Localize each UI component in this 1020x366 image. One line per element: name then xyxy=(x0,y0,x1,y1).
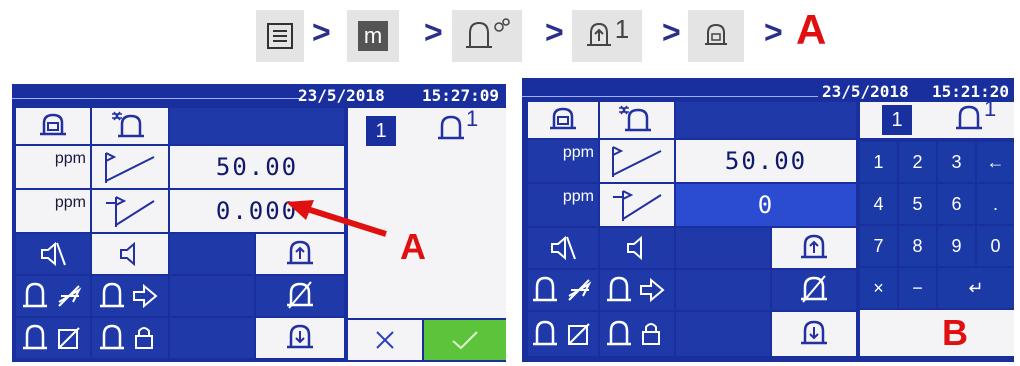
speaker-icon[interactable] xyxy=(600,228,674,268)
minus-key[interactable]: − xyxy=(899,268,936,308)
m-icon-label: m xyxy=(358,21,388,51)
alarm-timer-disabled-icon[interactable] xyxy=(528,312,598,356)
m-icon[interactable]: m xyxy=(347,10,399,62)
backspace-key[interactable]: ← xyxy=(977,142,1014,182)
alarm-lock-icon[interactable] xyxy=(92,318,168,358)
time-display: 15:21:20 xyxy=(932,82,1010,101)
cancel-key[interactable]: × xyxy=(860,268,897,308)
enter-key[interactable]: ↵ xyxy=(938,268,1014,308)
unit-label: ppm xyxy=(16,190,90,232)
date-display: 23/5/2018 xyxy=(298,86,385,105)
cancel-button[interactable] xyxy=(348,320,422,360)
ramp-up-icon[interactable] xyxy=(600,140,674,182)
key-9[interactable]: 9 xyxy=(938,226,975,266)
key-3[interactable]: 3 xyxy=(938,142,975,182)
alarm-main-icon[interactable] xyxy=(528,102,598,138)
key-7[interactable]: 7 xyxy=(860,226,897,266)
ramp-up-icon[interactable] xyxy=(92,146,168,188)
breadcrumb-separator: > xyxy=(312,14,331,50)
alarm-1-icon[interactable]: 1 xyxy=(572,10,642,62)
breadcrumb-separator: > xyxy=(545,14,564,50)
unit-text: ppm xyxy=(562,144,594,161)
ramp-down-icon[interactable] xyxy=(600,184,674,226)
setpoint-high-field[interactable]: 50.00 xyxy=(676,140,856,182)
alarm-channel-icon: 1 xyxy=(954,96,996,136)
alarm-number-badge: 1 xyxy=(882,105,912,135)
breadcrumb-separator: > xyxy=(764,14,783,50)
setpoint-low-field[interactable]: 0 xyxy=(676,184,856,226)
alarm-timer-disabled-icon[interactable] xyxy=(16,318,90,358)
unit-label: ppm xyxy=(16,146,90,188)
unit-text: ppm xyxy=(54,194,86,211)
alarm-main-icon[interactable] xyxy=(16,108,90,144)
date-display: 23/5/2018 xyxy=(822,82,909,101)
time-display: 15:27:09 xyxy=(422,86,500,105)
annotation-arrow xyxy=(286,200,387,237)
key-2[interactable]: 2 xyxy=(899,142,936,182)
screen-right: 23/5/2018 15:21:20 ppm 50.00 ppm 0 1 1 1… xyxy=(522,78,1014,362)
key-5[interactable]: 5 xyxy=(899,184,936,224)
unit-label: ppm xyxy=(528,140,598,182)
alarm-channel-superscript: 1 xyxy=(984,96,997,121)
alarm-disabled-icon[interactable] xyxy=(16,276,90,316)
alarm-number-badge: 1 xyxy=(366,116,396,146)
unit-label: ppm xyxy=(528,184,598,226)
unit-text: ppm xyxy=(54,150,86,167)
alarm-lock-icon[interactable] xyxy=(600,312,674,356)
alarm-disabled-icon[interactable] xyxy=(528,270,598,310)
alarm-off-icon[interactable] xyxy=(772,270,856,310)
screen-left: 23/5/2018 15:27:09 ppm 50.00 ppm 0.000 1… xyxy=(12,84,506,362)
annotation-a: A xyxy=(400,226,426,267)
setpoint-high-value: 50.00 xyxy=(215,153,299,181)
alarm-output-icon[interactable] xyxy=(600,270,674,310)
alarm-hysteresis-icon[interactable] xyxy=(600,102,674,138)
key-8[interactable]: 8 xyxy=(899,226,936,266)
alarm-down-icon[interactable] xyxy=(256,318,344,358)
setpoint-high-value: 50.00 xyxy=(724,147,808,175)
breadcrumb-separator: > xyxy=(424,14,443,50)
target-letter: A xyxy=(796,6,827,53)
ramp-down-icon[interactable] xyxy=(92,190,168,232)
alarm-superscript: 1 xyxy=(614,13,630,44)
side-panel-header: 1 1 xyxy=(860,96,1014,138)
alarm-up-icon[interactable] xyxy=(772,228,856,268)
alarm-channel-icon: 1 xyxy=(436,106,478,146)
keypad-display xyxy=(860,310,1014,356)
confirm-button[interactable] xyxy=(424,320,506,360)
alarm-icon[interactable] xyxy=(688,10,744,62)
alarm-hysteresis-icon[interactable] xyxy=(92,108,168,144)
key-0[interactable]: 0 xyxy=(977,226,1014,266)
mute-icon[interactable] xyxy=(528,228,598,268)
alarm-down-icon[interactable] xyxy=(772,312,856,356)
alarm-settings-icon[interactable] xyxy=(452,10,522,62)
key-6[interactable]: 6 xyxy=(938,184,975,224)
key-4[interactable]: 4 xyxy=(860,184,897,224)
menu-icon[interactable] xyxy=(256,10,304,62)
alarm-output-icon[interactable] xyxy=(92,276,168,316)
key-1[interactable]: 1 xyxy=(860,142,897,182)
setpoint-low-value: 0 xyxy=(757,191,775,219)
decimal-key[interactable]: . xyxy=(977,184,1014,224)
unit-text: ppm xyxy=(562,188,594,205)
setpoint-high-field[interactable]: 50.00 xyxy=(170,146,344,188)
alarm-channel-superscript: 1 xyxy=(466,106,479,131)
annotation-b: B xyxy=(942,312,968,353)
speaker-icon[interactable] xyxy=(92,234,168,274)
breadcrumb-separator: > xyxy=(662,14,681,50)
mute-icon[interactable] xyxy=(16,234,90,274)
alarm-off-icon[interactable] xyxy=(256,276,344,316)
